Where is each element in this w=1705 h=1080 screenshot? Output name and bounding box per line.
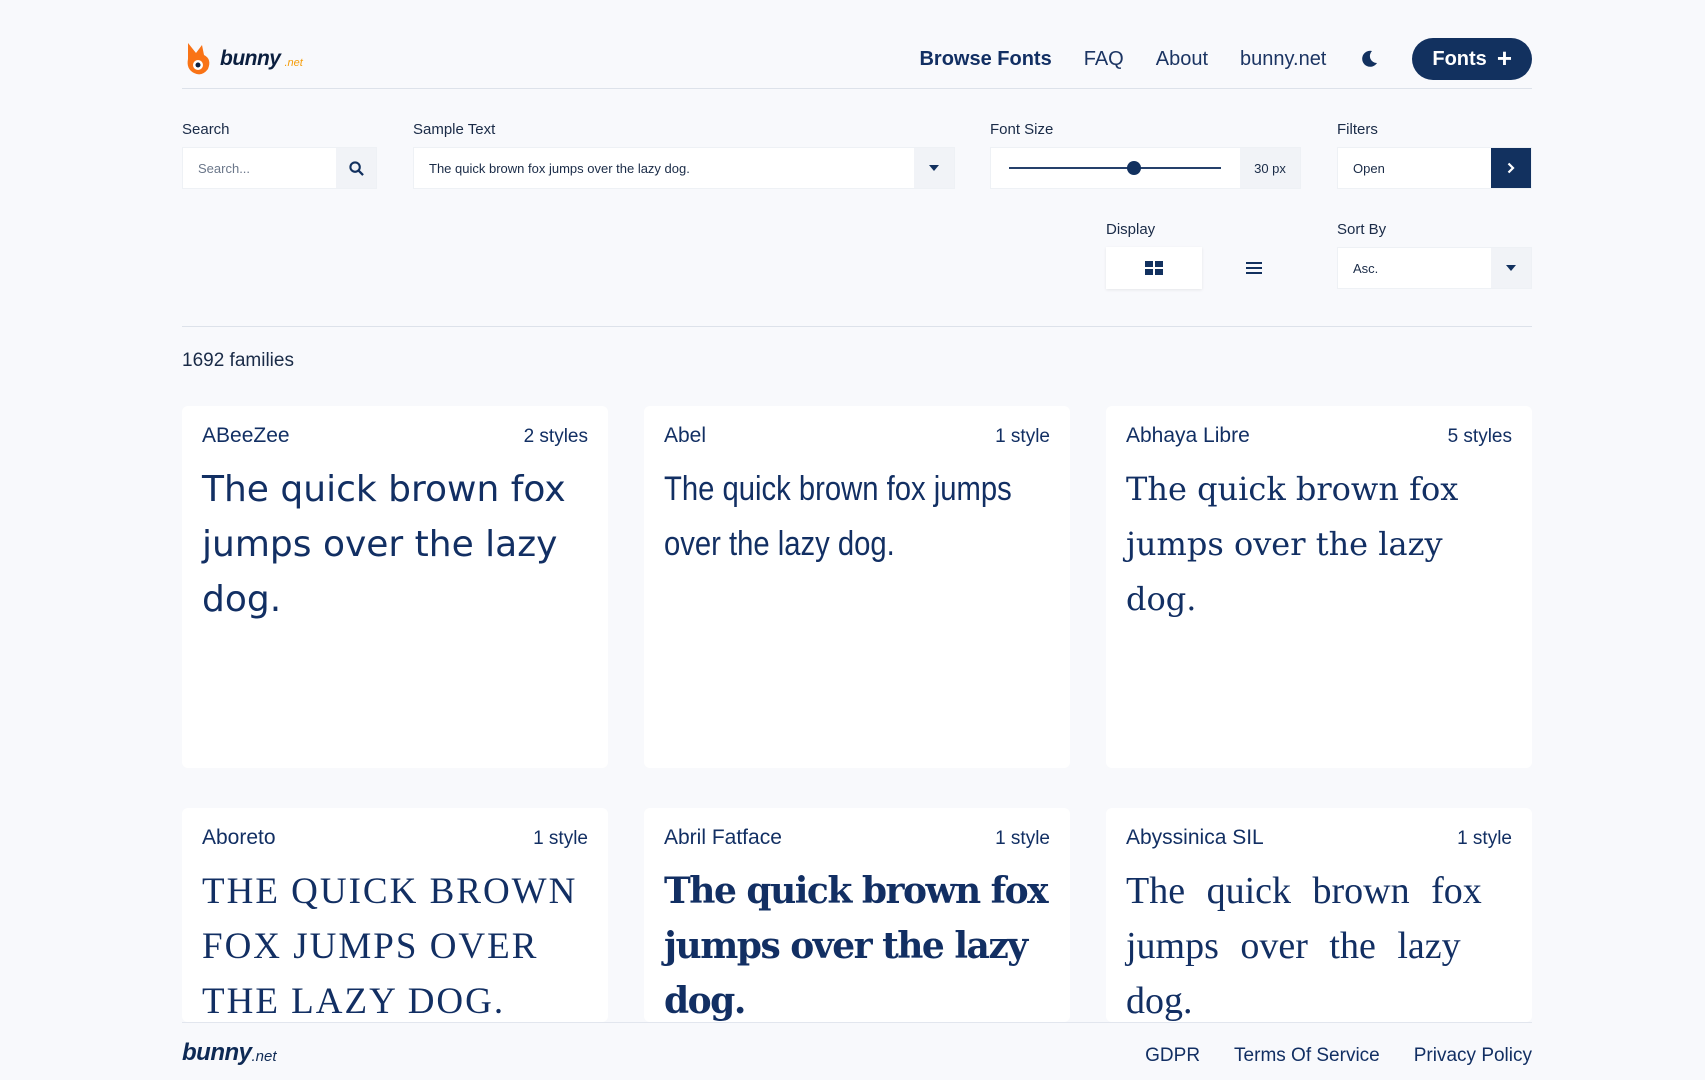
list-view-button[interactable] [1206, 247, 1302, 289]
font-card[interactable]: Abyssinica SIL 1 style The quick brown fo… [1106, 808, 1532, 1022]
filters-label: Filters [1337, 121, 1378, 138]
font-sample: The quick brown fox jumps over the lazy … [664, 870, 1049, 1022]
sample-text-label: Sample Text [413, 121, 496, 138]
font-card[interactable]: Abril Fatface 1 style The quick brown fox… [644, 808, 1070, 1022]
grid-view-button[interactable] [1106, 247, 1202, 289]
fonts-button[interactable]: Fonts + [1412, 38, 1532, 80]
font-name: Abril Fatface [664, 826, 782, 849]
font-sample: The quick brown fox jumps over the lazy … [1126, 470, 1459, 618]
search-input[interactable]: Search... [183, 161, 336, 176]
footer-divider [182, 1022, 1532, 1023]
font-name: Abyssinica SIL [1126, 826, 1264, 849]
sample-text-value: The quick brown fox jumps over the lazy … [429, 160, 690, 176]
logo-sub: .net [284, 57, 303, 69]
font-size-slider-handle[interactable] [1127, 161, 1142, 175]
nav-about[interactable]: About [1156, 48, 1208, 71]
display-label: Display [1106, 221, 1156, 238]
font-size-value: 30 px [1240, 148, 1300, 188]
footer-links: GDPR Terms Of Service Privacy Policy [1145, 1045, 1532, 1067]
sort-by-label: Sort By [1337, 221, 1387, 238]
font-sample: The quick brown fox jumps over the lazy … [664, 470, 1012, 563]
search-label: Search [182, 121, 230, 138]
style-count: 1 style [995, 828, 1050, 849]
font-name: Abel [664, 424, 707, 447]
chevron-right-icon [1507, 162, 1515, 174]
fonts-button-label: Fonts [1432, 47, 1487, 70]
footer-logo-text: bunny [182, 1039, 252, 1066]
font-size-control: 30 px [990, 147, 1301, 189]
list-icon [1246, 262, 1262, 274]
footer-logo-sub: .net [251, 1047, 277, 1065]
font-name: Aboreto [202, 826, 276, 849]
caret-down-icon [929, 165, 939, 171]
search-button[interactable] [336, 148, 376, 188]
dark-mode-moon-icon[interactable] [1358, 48, 1380, 70]
footer-logo[interactable]: bunny .net [182, 1039, 277, 1067]
sample-text-dropdown[interactable] [914, 148, 954, 188]
site-footer: bunny .net GDPR Terms Of Service Privacy… [0, 1023, 1705, 1080]
search-icon [348, 160, 364, 176]
font-size-label: Font Size [990, 121, 1054, 138]
nav-browse-fonts[interactable]: Browse Fonts [919, 48, 1051, 71]
plus-icon: + [1496, 42, 1512, 73]
logo-text: bunny [220, 47, 281, 70]
nav-bunny-net[interactable]: bunny.net [1240, 48, 1326, 71]
font-card[interactable]: Abhaya Libre 5 styles The quick brown fox… [1106, 406, 1532, 768]
footer-link-terms[interactable]: Terms Of Service [1234, 1045, 1380, 1067]
font-name: ABeeZee [202, 424, 290, 447]
site-header: bunny .net Browse Fonts FAQ About bunny.… [182, 30, 1532, 88]
footer-link-gdpr[interactable]: GDPR [1145, 1045, 1200, 1067]
caret-down-icon [1506, 265, 1516, 271]
sample-text-select[interactable]: The quick brown fox jumps over the lazy … [413, 147, 955, 189]
footer-link-privacy[interactable]: Privacy Policy [1414, 1045, 1532, 1067]
font-sample: The quick brown fox jumps over the lazy … [202, 871, 578, 1022]
style-count: 1 style [533, 828, 588, 849]
font-size-slider-track[interactable] [1009, 167, 1221, 169]
grid-icon [1145, 261, 1163, 275]
nav-faq[interactable]: FAQ [1084, 48, 1124, 71]
font-sample: The quick brown fox jumps over the lazy … [202, 469, 566, 620]
header-divider [182, 88, 1532, 89]
font-card[interactable]: Abel 1 style The quick brown fox jumps ov… [644, 406, 1070, 768]
sort-by-select[interactable]: Asc. [1337, 247, 1532, 289]
style-count: 5 styles [1447, 426, 1512, 447]
style-count: 1 style [1457, 828, 1512, 849]
font-card[interactable]: ABeeZee 2 styles The quick brown fox jump… [182, 406, 608, 768]
filters-open-button[interactable] [1491, 148, 1531, 188]
main-nav: Browse Fonts FAQ About bunny.net Fonts + [919, 38, 1532, 80]
bunny-logo-icon [187, 43, 210, 75]
sort-by-value: Asc. [1353, 260, 1379, 276]
font-card[interactable]: Aboreto 1 style The quick brown fox jumps… [182, 808, 608, 1022]
controls-divider [182, 326, 1532, 327]
sort-by-dropdown[interactable] [1491, 248, 1531, 288]
bunny-logo[interactable]: bunny .net [182, 41, 303, 77]
filters-value: Open [1353, 160, 1385, 176]
style-count: 2 styles [523, 426, 588, 447]
style-count: 1 style [995, 426, 1050, 447]
families-count: 1692 families [182, 350, 294, 371]
filters-control[interactable]: Open [1337, 147, 1532, 189]
font-name: Abhaya Libre [1126, 424, 1250, 447]
search-field: Search... [182, 147, 377, 189]
font-sample: The quick brown fox jumps over the lazy … [1126, 870, 1482, 1022]
